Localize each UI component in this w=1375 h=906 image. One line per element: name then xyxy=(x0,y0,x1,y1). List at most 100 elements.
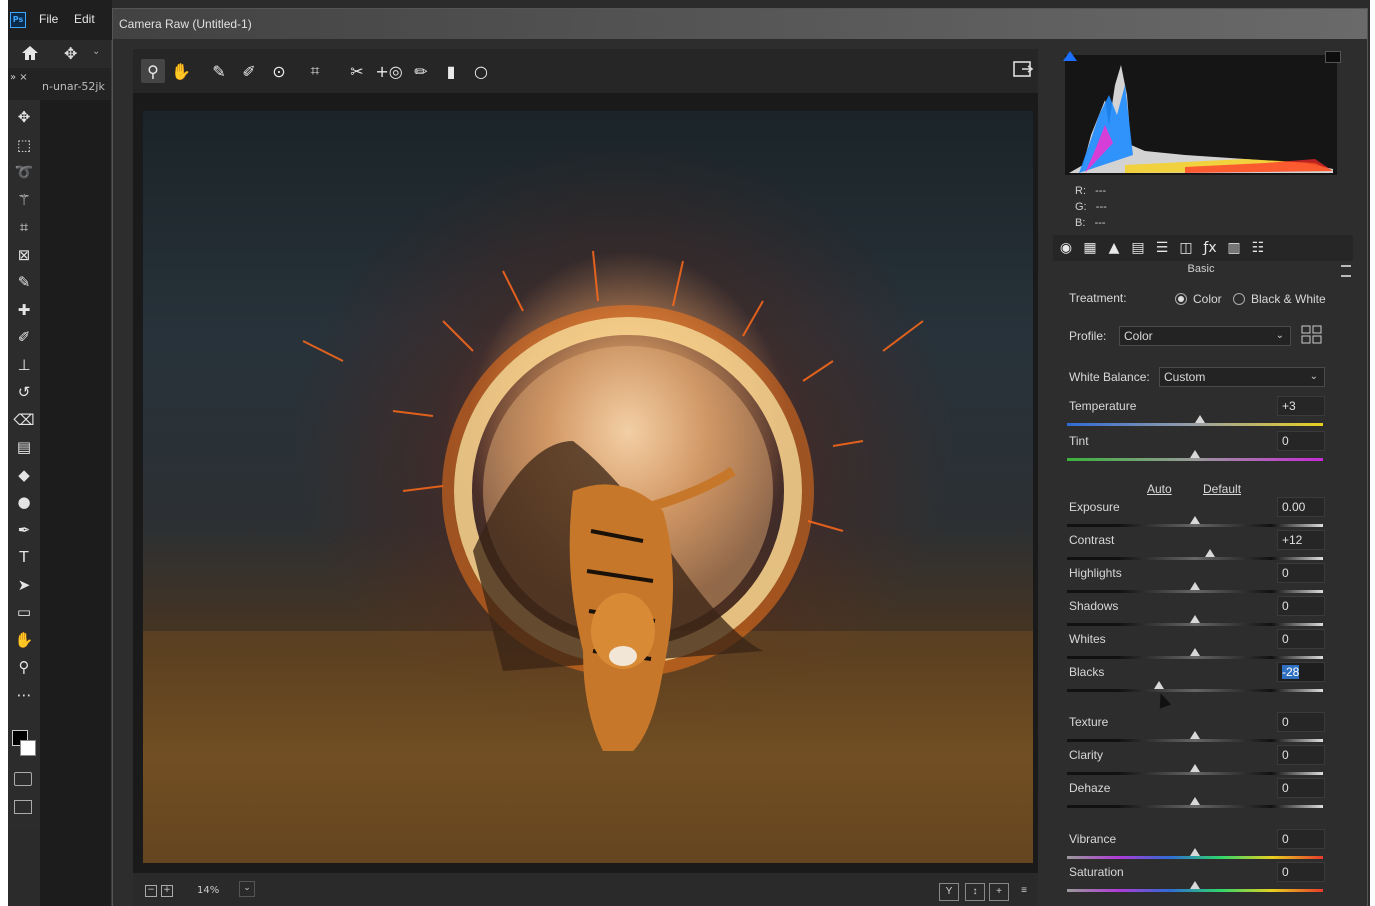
treatment-color-label[interactable]: Color xyxy=(1193,292,1222,306)
whites-value-input[interactable]: 0 xyxy=(1277,629,1325,649)
vibrance-value-input[interactable]: 0 xyxy=(1277,829,1325,849)
fx-icon[interactable]: ƒx xyxy=(1201,240,1219,256)
marquee-icon[interactable]: ⬚ xyxy=(12,134,36,156)
graduated-filter-icon[interactable]: ▮ xyxy=(439,59,463,83)
swap-settings-button[interactable]: ↕ xyxy=(965,883,985,901)
exposure-value-input[interactable]: 0.00 xyxy=(1277,497,1325,517)
whites-slider-track[interactable] xyxy=(1067,656,1323,659)
white-balance-select[interactable]: Custom ⌄ xyxy=(1159,367,1325,387)
chevron-down-icon[interactable]: ⌄ xyxy=(239,881,255,897)
tint-slider-thumb[interactable] xyxy=(1190,450,1200,458)
screen-mode-icon[interactable] xyxy=(14,800,32,814)
gradient-icon[interactable]: ▤ xyxy=(12,436,36,458)
highlights-value-input[interactable]: 0 xyxy=(1277,563,1325,583)
tint-value-input[interactable]: 0 xyxy=(1277,431,1325,451)
treatment-color-radio[interactable] xyxy=(1175,293,1187,305)
panel-menu-icon[interactable] xyxy=(1341,265,1351,277)
home-icon[interactable] xyxy=(20,44,40,66)
open-preferences-icon[interactable] xyxy=(1012,59,1034,83)
red-eye-icon[interactable]: +◎ xyxy=(375,59,402,83)
detail-icon[interactable]: ▲ xyxy=(1105,240,1123,256)
saturation-slider-thumb[interactable] xyxy=(1190,881,1200,889)
zoom-icon[interactable]: ⚲ xyxy=(12,656,36,678)
color-sampler-icon[interactable]: ✐ xyxy=(237,59,261,83)
temperature-value-input[interactable]: +3 xyxy=(1277,396,1325,416)
before-after-y-button[interactable]: Y xyxy=(939,883,959,901)
contrast-value-input[interactable]: +12 xyxy=(1277,530,1325,550)
exposure-slider-thumb[interactable] xyxy=(1190,516,1200,524)
history-brush-icon[interactable]: ↺ xyxy=(12,381,36,403)
dehaze-slider-track[interactable] xyxy=(1067,805,1323,808)
menu-file[interactable]: File xyxy=(39,12,58,26)
move-icon[interactable]: ✥ xyxy=(12,106,36,128)
more-icon[interactable]: ⋯ xyxy=(12,684,36,706)
vibrance-slider-track[interactable] xyxy=(1067,856,1323,859)
zoom-icon[interactable]: ⚲ xyxy=(141,59,165,83)
contrast-slider-track[interactable] xyxy=(1067,557,1323,560)
background-color-swatch[interactable] xyxy=(20,740,36,756)
toggle-settings-button[interactable]: ≡ xyxy=(1015,883,1033,899)
eyedropper-icon[interactable]: ✎ xyxy=(12,271,36,293)
radial-filter-icon[interactable]: ○ xyxy=(469,59,493,83)
crop-icon[interactable]: ⌗ xyxy=(303,59,327,83)
shadows-value-input[interactable]: 0 xyxy=(1277,596,1325,616)
tab-collapse-icon[interactable]: » × xyxy=(10,72,28,83)
targeted-adjust-icon[interactable]: ⊙ xyxy=(267,59,291,83)
path-select-icon[interactable]: ➤ xyxy=(12,574,36,596)
rectangle-icon[interactable]: ▭ xyxy=(12,601,36,623)
blur-icon[interactable]: ◆ xyxy=(12,464,36,486)
document-tab-label[interactable]: n-unar-52jk xyxy=(42,80,105,93)
spot-removal-icon[interactable]: ✂ xyxy=(345,59,369,83)
profile-browser-icon[interactable] xyxy=(1301,325,1323,349)
texture-slider-thumb[interactable] xyxy=(1190,731,1200,739)
split-toning-icon[interactable]: ☰ xyxy=(1153,240,1171,256)
crop-icon[interactable]: ⌗ xyxy=(12,216,36,238)
hsl-icon[interactable]: ▤ xyxy=(1129,240,1147,256)
zoom-out-icon[interactable]: − xyxy=(145,885,157,897)
whites-slider-thumb[interactable] xyxy=(1190,648,1200,656)
clarity-slider-thumb[interactable] xyxy=(1190,764,1200,772)
shadows-slider-track[interactable] xyxy=(1067,623,1323,626)
chevron-down-icon[interactable]: ⌄ xyxy=(92,46,100,57)
calibration-icon[interactable]: ▥ xyxy=(1225,240,1243,256)
treatment-bw-label[interactable]: Black & White xyxy=(1251,292,1326,306)
blacks-value-input[interactable]: -28 xyxy=(1277,662,1325,682)
blacks-slider-track[interactable] xyxy=(1067,689,1323,692)
lasso-icon[interactable]: ➰ xyxy=(12,161,36,183)
tint-slider-track[interactable] xyxy=(1067,458,1323,461)
frame-icon[interactable]: ⊠ xyxy=(12,244,36,266)
tone-curve-icon[interactable]: ▦ xyxy=(1081,240,1099,256)
stamp-icon[interactable]: ⊥ xyxy=(12,354,36,376)
auto-link[interactable]: Auto xyxy=(1147,482,1172,496)
highlights-slider-thumb[interactable] xyxy=(1190,582,1200,590)
hand-icon[interactable]: ✋ xyxy=(12,629,36,651)
magic-wand-icon[interactable]: ⚚ xyxy=(12,189,36,211)
dialog-titlebar[interactable]: Camera Raw (Untitled-1) xyxy=(113,9,1367,39)
document-tab[interactable]: » × n-unar-52jk xyxy=(8,68,112,100)
zoom-in-icon[interactable]: + xyxy=(161,885,173,897)
basic-icon[interactable]: ◉ xyxy=(1057,240,1075,256)
type-icon[interactable]: T xyxy=(12,546,36,568)
white-balance-icon[interactable]: ✎ xyxy=(207,59,231,83)
adjustment-brush-icon[interactable]: ✏ xyxy=(409,59,433,83)
copy-settings-button[interactable]: + xyxy=(989,883,1009,901)
texture-value-input[interactable]: 0 xyxy=(1277,712,1325,732)
vibrance-slider-thumb[interactable] xyxy=(1190,848,1200,856)
dodge-icon[interactable]: ● xyxy=(12,491,36,513)
texture-slider-track[interactable] xyxy=(1067,739,1323,742)
dehaze-slider-thumb[interactable] xyxy=(1190,797,1200,805)
presets-icon[interactable]: ☷ xyxy=(1249,240,1267,256)
treatment-bw-radio[interactable] xyxy=(1233,293,1245,305)
saturation-value-input[interactable]: 0 xyxy=(1277,862,1325,882)
eraser-icon[interactable]: ⌫ xyxy=(12,409,36,431)
zoom-level[interactable]: 14% xyxy=(197,885,219,896)
clarity-slider-track[interactable] xyxy=(1067,772,1323,775)
dehaze-value-input[interactable]: 0 xyxy=(1277,778,1325,798)
profile-select[interactable]: Color ⌄ xyxy=(1119,326,1291,346)
blacks-slider-thumb[interactable] xyxy=(1154,681,1165,689)
default-link[interactable]: Default xyxy=(1203,482,1241,496)
menu-edit[interactable]: Edit xyxy=(74,12,95,26)
temperature-slider-thumb[interactable] xyxy=(1195,415,1206,423)
shadows-slider-thumb[interactable] xyxy=(1190,615,1200,623)
hand-icon[interactable]: ✋ xyxy=(169,59,193,83)
